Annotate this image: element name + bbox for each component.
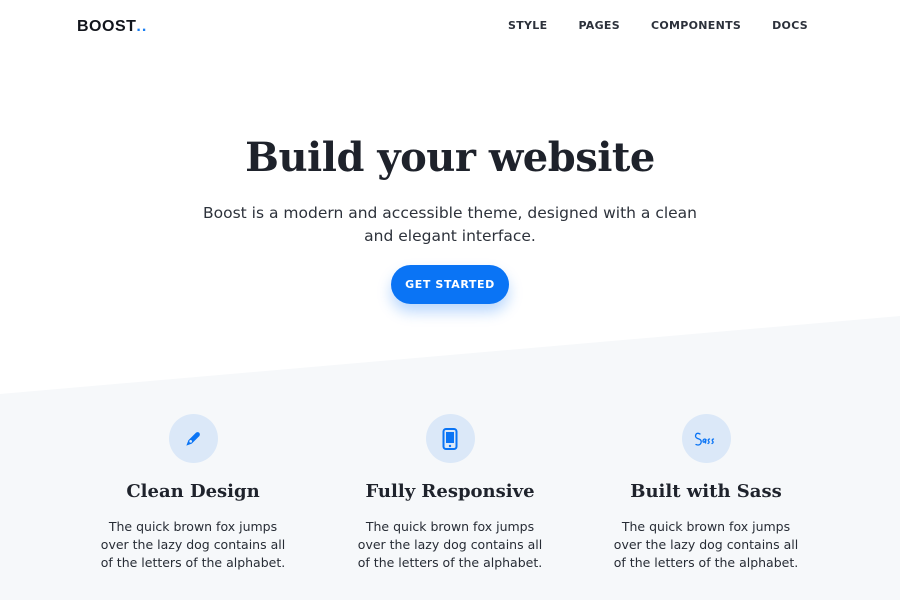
hero-section: Build your website Boost is a modern and…	[0, 130, 900, 248]
nav-item-style[interactable]: STYLE	[508, 19, 547, 33]
feature-title: Fully Responsive	[365, 481, 535, 502]
hero-title: Build your website	[245, 134, 655, 181]
hero-subtitle: Boost is a modern and accessible theme, …	[202, 204, 698, 245]
feature-text: The quick brown fox jumps over the lazy …	[357, 519, 543, 570]
feature-text: The quick brown fox jumps over the lazy …	[100, 519, 286, 570]
brand-dots: ..	[136, 18, 148, 35]
feature-fully-responsive: Fully Responsive The quick brown fox jum…	[330, 414, 570, 572]
brand-name: BOOST	[77, 18, 137, 35]
mobile-icon	[425, 414, 475, 463]
nav-item-docs[interactable]: DOCS	[772, 19, 808, 33]
pen-icon	[168, 414, 218, 463]
nav-item-components[interactable]: COMPONENTS	[651, 19, 741, 33]
brand-logo[interactable]: BOOST..	[77, 17, 147, 37]
feature-built-with-sass: Built with Sass The quick brown fox jump…	[586, 414, 826, 572]
feature-title: Clean Design	[126, 481, 260, 502]
sass-icon	[681, 414, 731, 463]
feature-text: The quick brown fox jumps over the lazy …	[613, 519, 799, 570]
feature-title: Built with Sass	[630, 481, 782, 502]
top-navbar: BOOST.. STYLE PAGES COMPONENTS DOCS	[0, 0, 900, 54]
nav-item-pages[interactable]: PAGES	[578, 19, 620, 33]
feature-clean-design: Clean Design The quick brown fox jumps o…	[73, 414, 313, 572]
get-started-button[interactable]: GET STARTED	[391, 265, 509, 304]
main-menu: STYLE PAGES COMPONENTS DOCS	[508, 19, 808, 33]
